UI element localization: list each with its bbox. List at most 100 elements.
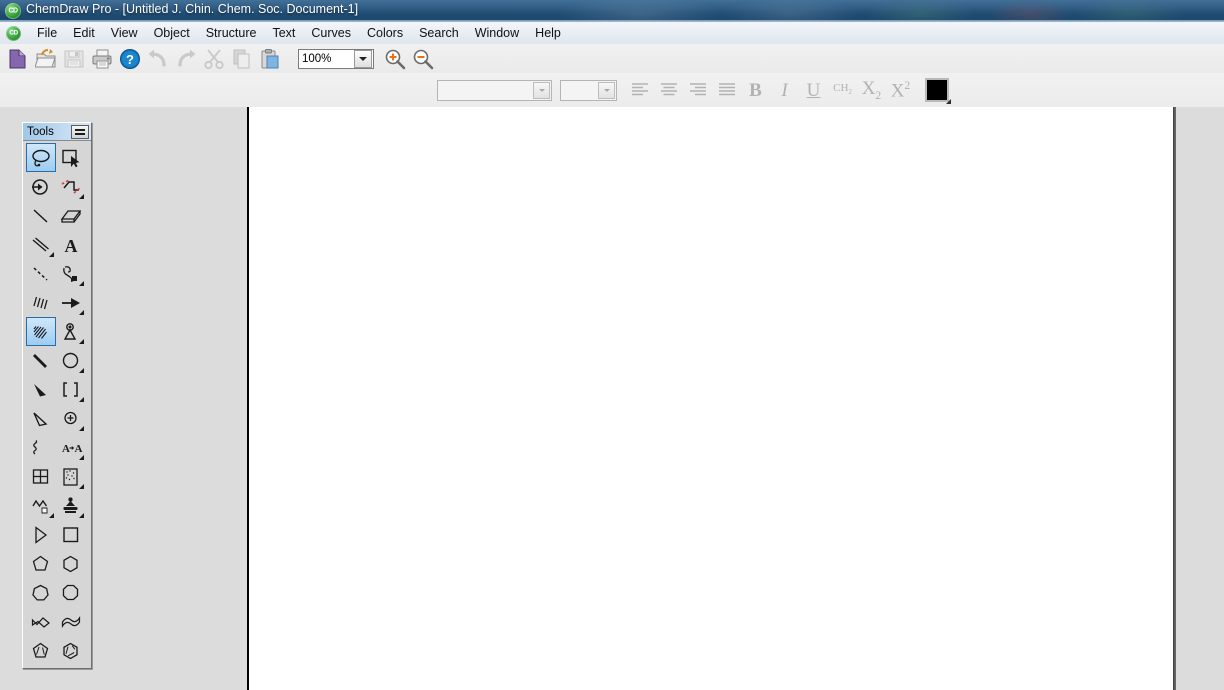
align-left-icon: [631, 83, 648, 96]
copy-button[interactable]: [229, 46, 255, 71]
triangle-tool[interactable]: [26, 520, 56, 549]
menu-item-colors[interactable]: Colors: [359, 24, 411, 42]
cyclopentadiene-ring-icon: [32, 642, 49, 658]
new-document-button[interactable]: [5, 46, 31, 71]
atom-marker-tool[interactable]: [56, 404, 86, 433]
eraser-tool[interactable]: [26, 172, 56, 201]
save-document-button[interactable]: [61, 46, 87, 71]
format-toolbar: B I U CH2 X2 X2: [0, 73, 1224, 107]
table-tool[interactable]: [26, 462, 56, 491]
marquee-select-tool[interactable]: [56, 143, 86, 172]
dashed-bond-tool[interactable]: [26, 259, 56, 288]
redo-button[interactable]: [173, 46, 199, 71]
align-right-icon: [689, 83, 706, 96]
solid-bond-tool[interactable]: [26, 201, 56, 230]
tools-palette-titlebar[interactable]: Tools: [23, 123, 91, 141]
cyclopentane-ring-tool[interactable]: [26, 636, 56, 665]
menu-item-window[interactable]: Window: [467, 24, 527, 42]
chevron-down-icon[interactable]: [354, 49, 372, 68]
cyclopentadiene-tool[interactable]: [26, 607, 56, 636]
wedge-bond-tool[interactable]: [26, 375, 56, 404]
heptagon-tool[interactable]: [26, 578, 56, 607]
ribbon-tool[interactable]: [56, 607, 86, 636]
menu-item-structure[interactable]: Structure: [198, 24, 265, 42]
zoom-in-button[interactable]: [382, 46, 408, 71]
stamp-tool[interactable]: [56, 491, 86, 520]
chain-tool[interactable]: [56, 172, 86, 201]
frame-tool[interactable]: [56, 201, 86, 230]
workspace-right-margin: [1176, 107, 1224, 690]
tool-flyout-indicator: [79, 484, 84, 489]
zoom-level-combo[interactable]: 100%: [298, 48, 374, 69]
hexagon-tool[interactable]: [56, 549, 86, 578]
help-button[interactable]: ?: [117, 46, 143, 71]
hashed-bond-tool[interactable]: [26, 288, 56, 317]
letter-a-icon: A: [65, 236, 78, 255]
workspace: [0, 107, 1224, 690]
menu-item-search[interactable]: Search: [411, 24, 467, 42]
svg-text:A: A: [62, 443, 70, 455]
print-button[interactable]: [89, 46, 115, 71]
bold-button[interactable]: B: [741, 77, 770, 103]
text-color-swatch[interactable]: [925, 78, 951, 104]
align-left-button[interactable]: [625, 77, 654, 103]
menu-item-view[interactable]: View: [103, 24, 146, 42]
template-tool[interactable]: [56, 462, 86, 491]
pen-tool[interactable]: [56, 259, 86, 288]
open-document-button[interactable]: [33, 46, 59, 71]
tool-flyout-indicator: [79, 194, 84, 199]
font-family-combo[interactable]: [437, 79, 552, 101]
menu-item-curves[interactable]: Curves: [303, 24, 359, 42]
rectangle-tool[interactable]: [56, 520, 86, 549]
paste-button[interactable]: [257, 46, 283, 71]
tool-flyout-indicator: [79, 426, 84, 431]
formula-button[interactable]: CH2: [828, 77, 857, 103]
drag-grip-icon[interactable]: [71, 124, 89, 139]
undo-button[interactable]: [145, 46, 171, 71]
font-size-combo[interactable]: [560, 79, 617, 101]
arrow-tool[interactable]: [56, 288, 86, 317]
pentagon-tool[interactable]: [26, 549, 56, 578]
menu-item-help[interactable]: Help: [527, 24, 569, 42]
benzene-ring-tool[interactable]: [56, 636, 86, 665]
bold-hashed-bond-tool[interactable]: [26, 317, 56, 346]
multiple-bond-tool[interactable]: [26, 230, 56, 259]
subscript-button[interactable]: X2: [857, 77, 886, 103]
squiggle-bond-tool[interactable]: [26, 433, 56, 462]
zoom-out-button[interactable]: [410, 46, 436, 71]
chemdraw-document-icon[interactable]: [6, 25, 21, 41]
chevron-down-icon[interactable]: [533, 81, 550, 99]
bold-bond-tool[interactable]: [26, 346, 56, 375]
atom-label-tool[interactable]: A A: [56, 433, 86, 462]
lasso-icon: [32, 149, 50, 167]
bracket-tool[interactable]: [56, 375, 86, 404]
orbital-tool[interactable]: [56, 317, 86, 346]
tool-flyout-indicator: [49, 513, 54, 518]
menu-item-object[interactable]: Object: [146, 24, 198, 42]
cut-button[interactable]: [201, 46, 227, 71]
chevron-down-icon[interactable]: [598, 81, 615, 99]
align-center-button[interactable]: [654, 77, 683, 103]
menu-item-edit[interactable]: Edit: [65, 24, 103, 42]
superscript-button[interactable]: X2: [886, 77, 915, 103]
tool-flyout-indicator: [49, 252, 54, 257]
underline-button[interactable]: U: [799, 77, 828, 103]
ribbon-shape-icon: [31, 616, 50, 628]
document-canvas[interactable]: [249, 107, 1173, 690]
heptagon-shape-icon: [32, 584, 49, 601]
svg-text:A: A: [75, 443, 83, 455]
lasso-select-tool[interactable]: [26, 143, 56, 172]
octagon-tool[interactable]: [56, 578, 86, 607]
text-tool[interactable]: A: [56, 230, 86, 259]
window-title: ChemDraw Pro - [Untitled J. Chin. Chem. …: [26, 2, 359, 16]
hexagon-shape-icon: [63, 555, 78, 572]
chain-draw-tool[interactable]: [26, 491, 56, 520]
align-justify-icon: [718, 83, 735, 96]
menu-item-text[interactable]: Text: [264, 24, 303, 42]
menu-item-file[interactable]: File: [29, 24, 65, 42]
italic-button[interactable]: I: [770, 77, 799, 103]
align-right-button[interactable]: [683, 77, 712, 103]
align-justify-button[interactable]: [712, 77, 741, 103]
circle-tool[interactable]: [56, 346, 86, 375]
hollow-wedge-tool[interactable]: [26, 404, 56, 433]
